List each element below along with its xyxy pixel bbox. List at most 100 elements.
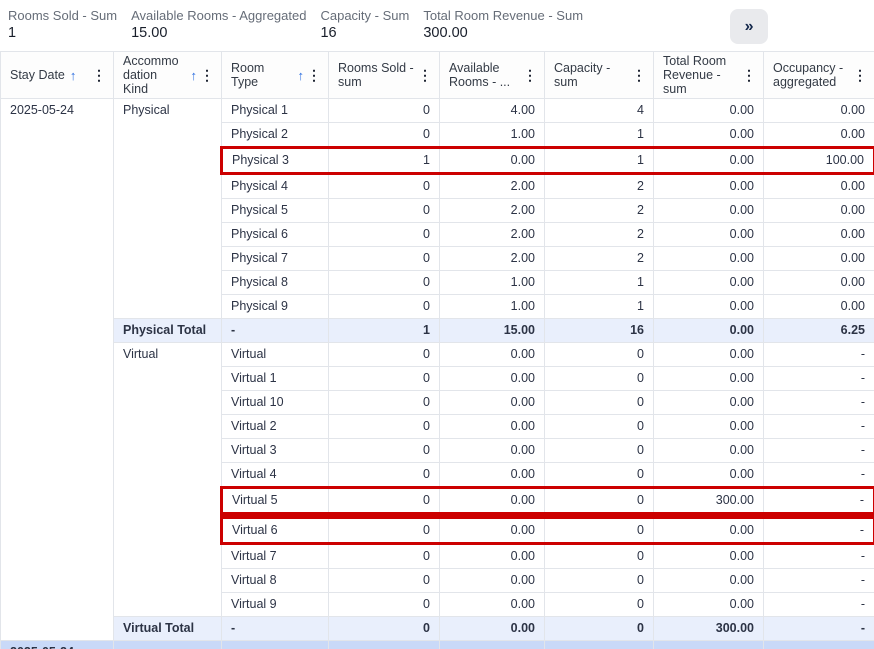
accommodation-kind-cell[interactable]: -	[114, 641, 222, 649]
value-cell[interactable]: 0.00	[764, 174, 874, 199]
room-type-cell[interactable]: Physical 8	[222, 271, 329, 295]
value-cell[interactable]: 0	[545, 463, 654, 488]
value-cell[interactable]: 2.00	[440, 223, 545, 247]
value-cell[interactable]: 1	[545, 123, 654, 148]
column-menu-icon[interactable]: ⋮	[197, 68, 217, 82]
value-cell[interactable]: 0.00	[440, 569, 545, 593]
value-cell[interactable]: 0	[329, 247, 440, 271]
room-type-cell[interactable]: Physical 4	[222, 174, 329, 199]
value-cell[interactable]: 0	[329, 593, 440, 617]
value-cell[interactable]: 1.00	[440, 271, 545, 295]
value-cell[interactable]: 0.00	[654, 148, 764, 174]
room-type-cell[interactable]: Physical 9	[222, 295, 329, 319]
value-cell[interactable]: 0	[329, 617, 440, 641]
value-cell[interactable]: -	[764, 488, 874, 516]
room-type-cell[interactable]: Virtual 5	[222, 488, 329, 516]
value-cell[interactable]: 0.00	[764, 295, 874, 319]
value-cell[interactable]: 0.00	[440, 415, 545, 439]
value-cell[interactable]: 0.00	[764, 247, 874, 271]
value-cell[interactable]: -	[764, 463, 874, 488]
value-cell[interactable]: 15.00	[440, 641, 545, 649]
column-header[interactable]: Available Rooms - ...⋮	[440, 52, 545, 99]
value-cell[interactable]: 0	[545, 544, 654, 569]
value-cell[interactable]: 2.00	[440, 247, 545, 271]
column-menu-icon[interactable]: ⋮	[415, 68, 435, 82]
value-cell[interactable]: 0.00	[654, 174, 764, 199]
value-cell[interactable]: 0	[329, 199, 440, 223]
value-cell[interactable]: 0.00	[654, 391, 764, 415]
room-type-cell[interactable]: Virtual 1	[222, 367, 329, 391]
value-cell[interactable]: 16	[545, 319, 654, 343]
value-cell[interactable]: 0	[545, 367, 654, 391]
room-type-cell[interactable]: Virtual 3	[222, 439, 329, 463]
value-cell[interactable]: 0	[329, 99, 440, 123]
room-type-cell[interactable]: Physical 2	[222, 123, 329, 148]
value-cell[interactable]: 0.00	[764, 123, 874, 148]
room-type-cell[interactable]: Physical 7	[222, 247, 329, 271]
column-menu-icon[interactable]: ⋮	[629, 68, 649, 82]
value-cell[interactable]: -	[764, 415, 874, 439]
room-type-cell[interactable]: Virtual 9	[222, 593, 329, 617]
value-cell[interactable]: 0.00	[654, 247, 764, 271]
value-cell[interactable]: 0	[545, 343, 654, 367]
room-type-cell[interactable]: Virtual 8	[222, 569, 329, 593]
value-cell[interactable]: 0.00	[654, 199, 764, 223]
value-cell[interactable]: 0.00	[440, 439, 545, 463]
value-cell[interactable]: 0.00	[654, 415, 764, 439]
value-cell[interactable]: 0.00	[764, 223, 874, 247]
column-header[interactable]: Accommodation Kind↑⋮	[114, 52, 222, 99]
value-cell[interactable]: 0	[329, 367, 440, 391]
value-cell[interactable]: 300.00	[654, 488, 764, 516]
value-cell[interactable]: 0	[329, 463, 440, 488]
value-cell[interactable]: -	[764, 367, 874, 391]
value-cell[interactable]: 0.00	[654, 463, 764, 488]
accommodation-kind-cell[interactable]: Virtual Total	[114, 617, 222, 641]
room-type-cell[interactable]: Physical 5	[222, 199, 329, 223]
column-header[interactable]: Total Room Revenue - sum⋮	[654, 52, 764, 99]
value-cell[interactable]: 0.00	[764, 199, 874, 223]
value-cell[interactable]: -	[764, 617, 874, 641]
room-type-cell[interactable]: -	[222, 617, 329, 641]
value-cell[interactable]: 0.00	[440, 148, 545, 174]
value-cell[interactable]: 0	[545, 391, 654, 415]
value-cell[interactable]: 2	[545, 247, 654, 271]
value-cell[interactable]: 4.00	[440, 99, 545, 123]
accommodation-kind-cell[interactable]: Virtual	[114, 343, 222, 617]
expand-panel-button[interactable]: »	[730, 9, 768, 44]
value-cell[interactable]: 0.00	[654, 439, 764, 463]
value-cell[interactable]: 0	[329, 391, 440, 415]
value-cell[interactable]: 6.25	[764, 641, 874, 649]
value-cell[interactable]: 0	[329, 223, 440, 247]
value-cell[interactable]: 1.00	[440, 295, 545, 319]
value-cell[interactable]: 1	[329, 319, 440, 343]
value-cell[interactable]: 0	[329, 271, 440, 295]
value-cell[interactable]: 2	[545, 174, 654, 199]
value-cell[interactable]: 0.00	[654, 223, 764, 247]
value-cell[interactable]: 0	[545, 516, 654, 544]
column-menu-icon[interactable]: ⋮	[850, 68, 870, 82]
value-cell[interactable]: 0.00	[440, 463, 545, 488]
value-cell[interactable]: 300.00	[654, 617, 764, 641]
column-menu-icon[interactable]: ⋮	[304, 68, 324, 82]
value-cell[interactable]: 2.00	[440, 174, 545, 199]
value-cell[interactable]: 300.00	[654, 641, 764, 649]
value-cell[interactable]: 0.00	[440, 544, 545, 569]
value-cell[interactable]: -	[764, 544, 874, 569]
room-type-cell[interactable]: Virtual 10	[222, 391, 329, 415]
value-cell[interactable]: 1	[545, 271, 654, 295]
value-cell[interactable]: 0.00	[440, 488, 545, 516]
value-cell[interactable]: 6.25	[764, 319, 874, 343]
room-type-cell[interactable]: -	[222, 319, 329, 343]
value-cell[interactable]: 0	[545, 488, 654, 516]
value-cell[interactable]: 0.00	[654, 343, 764, 367]
stay-date-cell[interactable]: 2025-05-24	[1, 99, 114, 641]
value-cell[interactable]: 0.00	[654, 295, 764, 319]
room-type-cell[interactable]: Physical 1	[222, 99, 329, 123]
value-cell[interactable]: 0	[545, 439, 654, 463]
column-menu-icon[interactable]: ⋮	[89, 68, 109, 82]
room-type-cell[interactable]: Virtual 6	[222, 516, 329, 544]
column-header[interactable]: Capacity - sum⋮	[545, 52, 654, 99]
value-cell[interactable]: 0.00	[654, 516, 764, 544]
value-cell[interactable]: 0.00	[654, 593, 764, 617]
stay-date-cell[interactable]: 2025-05-24 Total	[1, 641, 114, 649]
